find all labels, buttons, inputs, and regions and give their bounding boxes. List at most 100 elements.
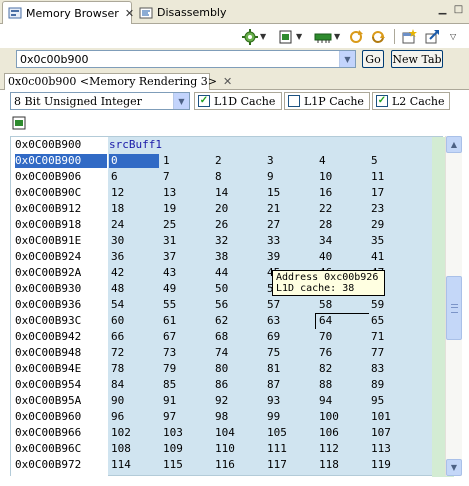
memory-cell[interactable]: 89 xyxy=(369,378,384,392)
memory-cell[interactable]: 36 xyxy=(109,250,124,264)
memory-cell[interactable]: 95 xyxy=(369,394,384,408)
memory-cell[interactable]: 3 xyxy=(265,154,274,168)
memory-cell[interactable]: 56 xyxy=(213,298,228,312)
memory-cell[interactable]: 86 xyxy=(213,378,228,392)
memory-cell[interactable]: 7 xyxy=(161,170,170,184)
row-address[interactable]: 0x0C00B960 xyxy=(15,410,107,424)
new-window-button[interactable] xyxy=(401,28,417,45)
memory-cell[interactable]: 93 xyxy=(265,394,280,408)
memory-cell[interactable]: 29 xyxy=(369,218,384,232)
memory-cell[interactable]: 15 xyxy=(265,186,280,200)
memory-row[interactable]: 0x0C00B954 84 85 86 87 88 89 xyxy=(11,377,432,393)
row-address[interactable]: 0x0C00B900 xyxy=(15,154,107,168)
memory-cell[interactable]: 21 xyxy=(265,202,280,216)
memory-cell[interactable]: 106 xyxy=(317,426,339,440)
memory-cell[interactable]: 118 xyxy=(317,458,339,472)
row-address[interactable]: 0x0C00B918 xyxy=(15,218,107,232)
memory-grid[interactable]: 0x0C00B900 srcBuff1 0x0C00B900 0 1 2 3 4 5 0x0C… xyxy=(10,136,454,477)
memory-row[interactable]: 0x0C00B906 6 7 8 9 10 11 xyxy=(11,169,432,185)
memory-row[interactable]: 0x0C00B936 54 55 56 57 58 59 xyxy=(11,297,432,313)
memory-row[interactable]: 0x0C00B912 18 19 20 21 22 23 xyxy=(11,201,432,217)
scroll-down-icon[interactable]: ▼ xyxy=(446,459,462,476)
memory-cell[interactable]: 80 xyxy=(213,362,228,376)
memory-row[interactable]: 0x0C00B900 0 1 2 3 4 5 xyxy=(11,153,432,169)
scroll-thumb[interactable] xyxy=(446,276,462,340)
memory-cell[interactable]: 76 xyxy=(317,346,332,360)
new-tab-button[interactable]: New Tab xyxy=(391,50,443,68)
memory-cell[interactable]: 33 xyxy=(265,234,280,248)
memory-cell[interactable]: 42 xyxy=(109,266,124,280)
vertical-scrollbar[interactable]: ▲ ▼ xyxy=(445,136,462,476)
chevron-down-icon[interactable]: ▼ xyxy=(339,51,355,67)
memory-cell[interactable]: 81 xyxy=(265,362,280,376)
memory-cell[interactable]: 48 xyxy=(109,282,124,296)
memory-cell[interactable]: 44 xyxy=(213,266,228,280)
memory-cell[interactable]: 10 xyxy=(317,170,332,184)
memory-cell[interactable]: 1 xyxy=(161,154,170,168)
memory-cell[interactable]: 73 xyxy=(161,346,176,360)
memory-cell[interactable]: 65 xyxy=(369,314,384,328)
l1d-cache-checkbox[interactable]: ✓ L1D Cache xyxy=(194,92,282,110)
memory-cell[interactable]: 57 xyxy=(265,298,280,312)
memory-cell[interactable]: 31 xyxy=(161,234,176,248)
memory-cell[interactable]: 82 xyxy=(317,362,332,376)
memory-cell[interactable]: 8 xyxy=(213,170,222,184)
memory-row[interactable]: 0x0C00B948 72 73 74 75 76 77 xyxy=(11,345,432,361)
memory-cell[interactable]: 55 xyxy=(161,298,176,312)
memory-cell[interactable]: 11 xyxy=(369,170,384,184)
memory-cell[interactable]: 70 xyxy=(317,330,332,344)
memory-cell[interactable]: 110 xyxy=(213,442,235,456)
memory-cell[interactable]: 24 xyxy=(109,218,124,232)
memory-cell[interactable]: 112 xyxy=(317,442,339,456)
memory-cell[interactable]: 85 xyxy=(161,378,176,392)
row-address[interactable]: 0x0C00B91E xyxy=(15,234,107,248)
memory-cell[interactable]: 111 xyxy=(265,442,287,456)
memory-cell[interactable]: 79 xyxy=(161,362,176,376)
memory-cell[interactable]: 96 xyxy=(109,410,124,424)
memory-cell[interactable]: 114 xyxy=(109,458,131,472)
chevron-down-icon[interactable]: ▼ xyxy=(260,32,266,41)
memory-cell[interactable]: 83 xyxy=(369,362,384,376)
memory-cell[interactable]: 77 xyxy=(369,346,384,360)
memory-cell[interactable]: 28 xyxy=(317,218,332,232)
maximize-icon[interactable]: □ xyxy=(452,4,465,16)
memory-cell[interactable]: 37 xyxy=(161,250,176,264)
row-address[interactable]: 0x0C00B942 xyxy=(15,330,107,344)
minimize-icon[interactable]: ▁ xyxy=(436,4,449,16)
memory-cell[interactable]: 60 xyxy=(109,314,124,328)
memory-row[interactable]: 0x0C00B918 24 25 26 27 28 29 xyxy=(11,217,432,233)
memory-cell[interactable]: 22 xyxy=(317,202,332,216)
memory-cell[interactable]: 63 xyxy=(265,314,280,328)
memory-cell[interactable]: 69 xyxy=(265,330,280,344)
memory-cell[interactable]: 35 xyxy=(369,234,384,248)
row-address[interactable]: 0x0C00B954 xyxy=(15,378,107,392)
row-address[interactable]: 0x0C00B948 xyxy=(15,346,107,360)
row-address[interactable]: 0x0C00B966 xyxy=(15,426,107,440)
memory-cell[interactable]: 119 xyxy=(369,458,391,472)
chevron-down-icon[interactable]: ▼ xyxy=(173,93,189,109)
tab-disassembly[interactable]: Disassembly xyxy=(134,1,230,24)
memory-row[interactable]: 0x0C00B96C 108 109 110 111 112 113 xyxy=(11,441,432,457)
memory-row[interactable]: 0x0C00B91E 30 31 32 33 34 35 xyxy=(11,233,432,249)
memory-cell[interactable]: 71 xyxy=(369,330,384,344)
memory-cell[interactable]: 90 xyxy=(109,394,124,408)
memory-cell[interactable]: 9 xyxy=(265,170,274,184)
memory-cell[interactable]: 105 xyxy=(265,426,287,440)
memory-cell[interactable]: 97 xyxy=(161,410,176,424)
memory-cell[interactable]: 67 xyxy=(161,330,176,344)
memory-cell[interactable]: 103 xyxy=(161,426,183,440)
memory-cell[interactable]: 100 xyxy=(317,410,339,424)
memory-bank-button[interactable]: ▼ xyxy=(314,28,340,45)
memory-cell[interactable]: 26 xyxy=(213,218,228,232)
go-button[interactable]: Go xyxy=(362,50,384,68)
memory-cell[interactable]: 16 xyxy=(317,186,332,200)
memory-cell[interactable]: 92 xyxy=(213,394,228,408)
memory-cell[interactable]: 32 xyxy=(213,234,228,248)
row-address[interactable]: 0x0C00B924 xyxy=(15,250,107,264)
row-address[interactable]: 0x0C00B94E xyxy=(15,362,107,376)
memory-cell[interactable]: 91 xyxy=(161,394,176,408)
memory-cell[interactable]: 75 xyxy=(265,346,280,360)
memory-cell[interactable]: 38 xyxy=(213,250,228,264)
memory-cell[interactable]: 59 xyxy=(369,298,384,312)
memory-cell[interactable]: 18 xyxy=(109,202,124,216)
